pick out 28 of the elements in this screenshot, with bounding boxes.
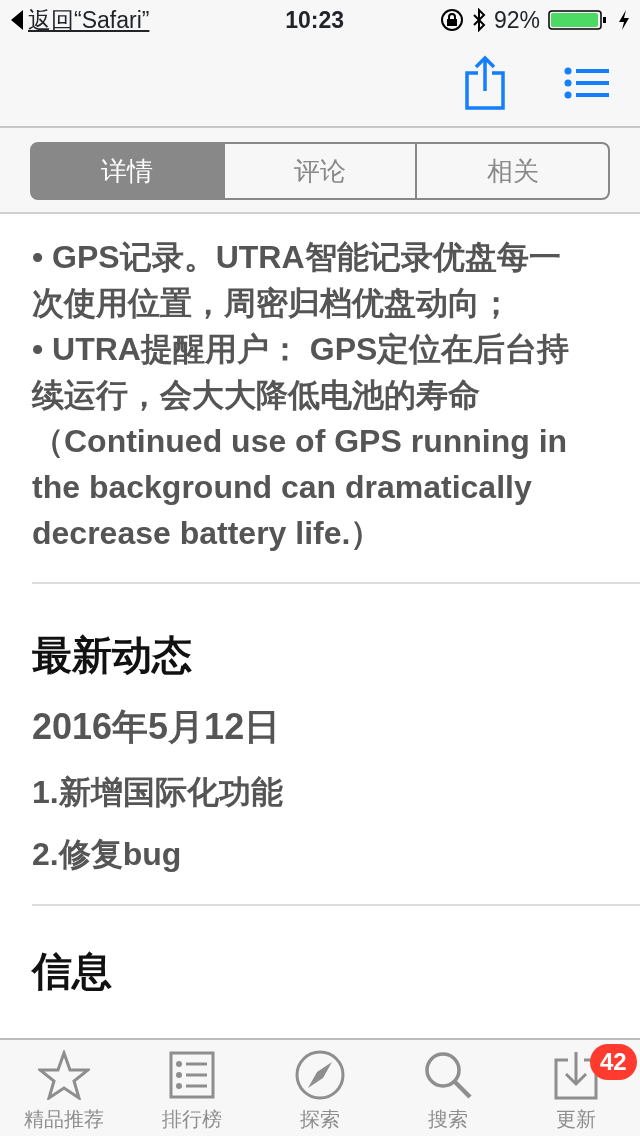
share-icon[interactable] [464,55,506,111]
description-paragraph: • UTRA提醒用户： GPS定位在后台持续运行，会大大降低电池的寿命（Continued use of GPS running in the background can dramatically decrease battery life.） [32,330,571,553]
search-icon [422,1050,474,1100]
tab-bar-item[interactable]: 探索 [300,1104,340,1134]
description-paragraph: • GPS记录。UTRA智能记录优盘每一次使用位置，周密归档优盘动向； [32,238,562,323]
charging-icon [618,9,630,31]
tab-bar-item[interactable]: 搜索 [428,1104,468,1134]
status-time: 10:23 [285,5,345,35]
segment-tab[interactable]: 详情 [30,142,225,200]
back-link[interactable]: 返回“Safari” [28,2,150,38]
bluetooth-icon [471,8,486,32]
battery-percent: 92% [493,5,540,35]
segment-tab[interactable]: 相关 [415,142,610,200]
rotation-lock-icon [439,8,464,32]
tab-bar-item[interactable]: 精品推荐 [24,1104,104,1134]
compass-icon [294,1050,346,1100]
tab-bar-item[interactable]: 更新 [556,1104,596,1134]
release-note: 1.新增国际化功能 [32,773,284,812]
release-date: 2016年5月12日 [32,705,282,749]
release-note: 2.修复bug [32,835,183,874]
star-icon [38,1050,90,1100]
menu-icon[interactable] [564,67,610,99]
back-icon[interactable] [10,9,24,31]
section-heading: 信息 [32,948,113,995]
section-heading: 最新动态 [32,632,193,679]
tab-bar-item[interactable]: 排行榜 [162,1104,222,1134]
badge-count: 42 [590,1044,637,1080]
segment-tab[interactable]: 评论 [222,142,418,200]
